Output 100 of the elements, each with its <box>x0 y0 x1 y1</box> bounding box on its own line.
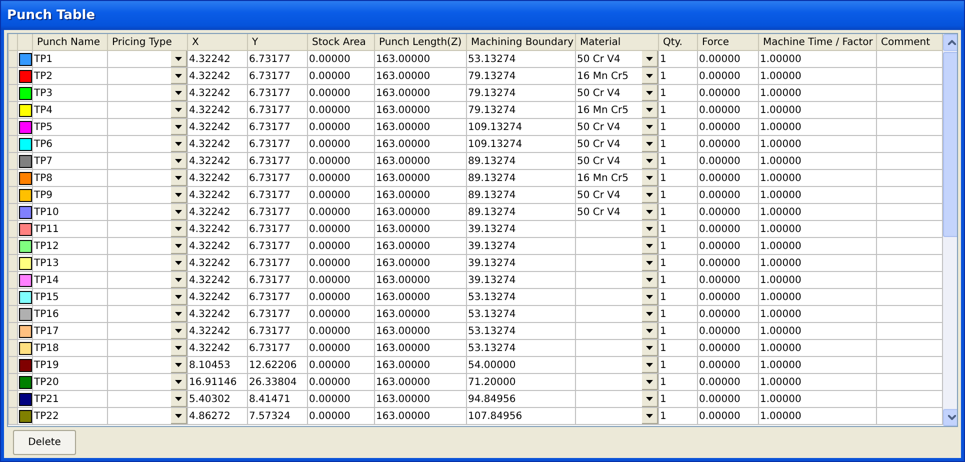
table-cell: TP6 <box>32 136 108 152</box>
table-cell: 39.13274 <box>466 272 576 288</box>
color-swatch[interactable] <box>19 342 32 354</box>
dropdown-button[interactable] <box>171 256 186 270</box>
table-cell: 163.00000 <box>374 254 466 272</box>
color-swatch[interactable] <box>19 188 32 202</box>
scroll-up-button[interactable] <box>943 34 957 51</box>
column-header[interactable]: X <box>188 34 248 50</box>
caret-icon <box>175 108 182 112</box>
table-cell: 0.00000 <box>308 408 374 424</box>
dropdown-button[interactable] <box>171 86 186 100</box>
delete-button[interactable]: Delete <box>13 430 76 455</box>
table-cell-text: 16 Mn Cr5 <box>576 70 630 82</box>
color-swatch[interactable] <box>19 86 32 100</box>
dropdown-button[interactable] <box>642 86 658 100</box>
dropdown-button[interactable] <box>171 204 186 220</box>
caret-icon <box>175 192 182 196</box>
dropdown-button[interactable] <box>642 392 658 406</box>
dropdown-button[interactable] <box>171 188 186 202</box>
dropdown-button[interactable] <box>171 290 186 304</box>
dropdown-button[interactable] <box>171 306 186 322</box>
dropdown-button[interactable] <box>171 324 186 338</box>
dropdown-button[interactable] <box>642 290 658 304</box>
dropdown-button[interactable] <box>642 52 658 66</box>
dropdown-button[interactable] <box>642 204 658 220</box>
column-header[interactable]: Y <box>248 34 308 50</box>
dropdown-button[interactable] <box>171 358 186 372</box>
color-swatch[interactable] <box>19 138 32 150</box>
dropdown-button[interactable] <box>642 222 658 236</box>
dropdown-button[interactable] <box>642 340 658 356</box>
column-header[interactable]: Qty. <box>658 34 698 50</box>
column-header[interactable]: Comment <box>876 34 942 50</box>
dropdown-button[interactable] <box>171 102 186 118</box>
table-cell: 0.00000 <box>698 68 758 84</box>
dropdown-button[interactable] <box>642 238 658 254</box>
color-swatch[interactable] <box>19 154 32 168</box>
color-swatch[interactable] <box>19 376 32 388</box>
table-cell: TP16 <box>32 306 108 322</box>
dropdown-button[interactable] <box>171 408 186 424</box>
dropdown-button[interactable] <box>171 222 186 236</box>
column-header[interactable]: Force <box>698 34 758 50</box>
dropdown-button[interactable] <box>171 238 186 254</box>
table-cell: 163.00000 <box>374 272 466 288</box>
dropdown-button[interactable] <box>642 136 658 152</box>
color-swatch[interactable] <box>19 172 32 184</box>
dropdown-button[interactable] <box>171 340 186 356</box>
color-swatch[interactable] <box>19 104 32 116</box>
color-swatch[interactable] <box>19 410 32 422</box>
dropdown-button[interactable] <box>642 374 658 390</box>
table-cell: 4.32242 <box>188 322 248 340</box>
color-swatch[interactable] <box>19 222 32 236</box>
color-swatch[interactable] <box>19 308 32 320</box>
table-cell: 1 <box>658 254 698 272</box>
column-header[interactable]: Machine Time / Factor <box>758 34 876 50</box>
column-header[interactable]: Punch Name <box>32 34 108 50</box>
dropdown-button[interactable] <box>642 68 658 84</box>
dropdown-button[interactable] <box>642 272 658 288</box>
dropdown-button[interactable] <box>171 392 186 406</box>
dropdown-button[interactable] <box>171 68 186 84</box>
color-swatch[interactable] <box>19 52 32 66</box>
color-swatch[interactable] <box>19 120 32 134</box>
color-swatch[interactable] <box>19 206 32 218</box>
color-swatch[interactable] <box>19 358 32 372</box>
dropdown-button[interactable] <box>642 256 658 270</box>
dropdown-button[interactable] <box>171 120 186 134</box>
color-swatch[interactable] <box>19 324 32 338</box>
dropdown-button[interactable] <box>642 358 658 372</box>
column-header[interactable]: Pricing Type <box>108 34 188 50</box>
column-header[interactable]: Machining Boundary <box>466 34 576 50</box>
column-header[interactable]: Punch Length(Z) <box>374 34 466 50</box>
dropdown-button[interactable] <box>642 154 658 168</box>
table-cell: 1.00000 <box>758 152 876 170</box>
dropdown-button[interactable] <box>171 136 186 152</box>
dropdown-button[interactable] <box>171 170 186 186</box>
dropdown-button[interactable] <box>171 374 186 390</box>
dropdown-button[interactable] <box>642 170 658 186</box>
dropdown-button[interactable] <box>171 52 186 66</box>
scrollbar[interactable] <box>943 34 957 426</box>
table-cell: TP3 <box>32 84 108 102</box>
dropdown-button[interactable] <box>171 154 186 168</box>
dropdown-button[interactable] <box>642 120 658 134</box>
scroll-down-button[interactable] <box>943 409 957 426</box>
dropdown-button[interactable] <box>642 306 658 322</box>
dropdown-button[interactable] <box>642 102 658 118</box>
column-header[interactable]: Material <box>576 34 658 50</box>
dropdown-button[interactable] <box>642 408 658 424</box>
color-swatch[interactable] <box>19 290 32 304</box>
dropdown-button[interactable] <box>642 324 658 338</box>
color-swatch[interactable] <box>19 70 32 82</box>
color-swatch[interactable] <box>19 274 32 286</box>
color-swatch[interactable] <box>19 256 32 270</box>
color-swatch[interactable] <box>19 240 32 252</box>
dropdown-button[interactable] <box>642 188 658 202</box>
color-swatch[interactable] <box>19 392 32 406</box>
table-cell: TP21 <box>32 390 108 408</box>
table-cell: 0.00000 <box>698 136 758 152</box>
column-header[interactable]: Stock Area <box>308 34 374 50</box>
dropdown-button[interactable] <box>171 272 186 288</box>
scrollbar-thumb[interactable] <box>943 52 957 237</box>
caret-icon <box>646 328 653 332</box>
